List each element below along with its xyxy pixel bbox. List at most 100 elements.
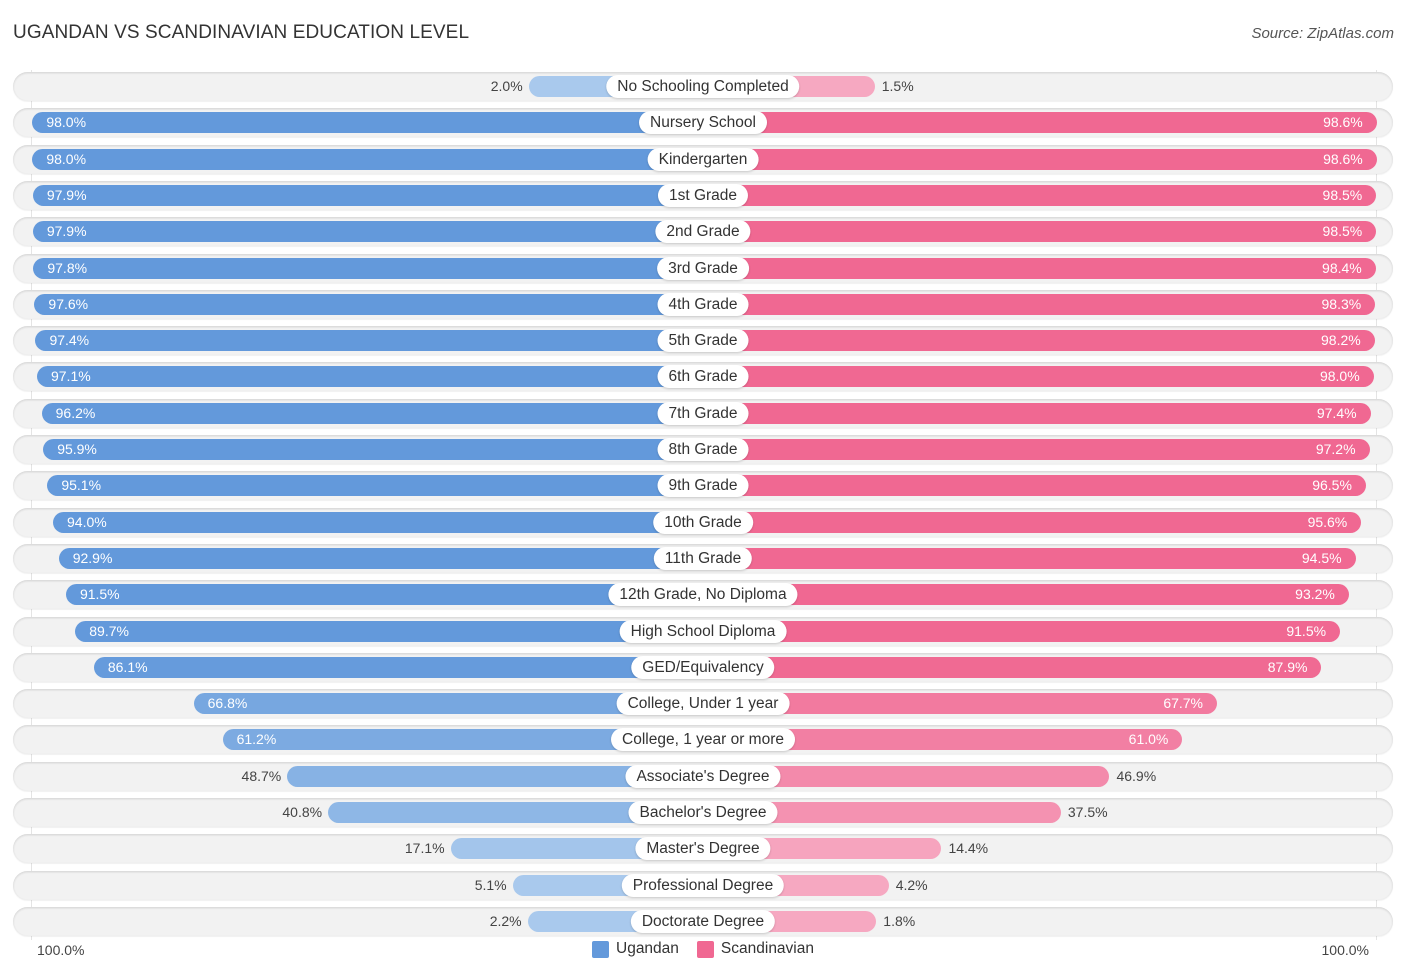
bar-ugandan[interactable] [53, 511, 703, 533]
bar-ugandan[interactable] [58, 547, 703, 569]
value-label-ugandan: 66.8% [207, 695, 248, 712]
value-label-ugandan: 40.8% [282, 804, 323, 820]
bar-scandinavian[interactable] [703, 475, 1366, 497]
bar-scandinavian[interactable] [703, 257, 1376, 279]
category-label: 5th Grade [657, 329, 749, 353]
value-label-scandinavian: 98.4% [1322, 259, 1362, 276]
category-label: Professional Degree [621, 873, 785, 897]
value-label-ugandan: 97.6% [48, 295, 89, 312]
bar-ugandan[interactable] [41, 402, 703, 424]
bar-ugandan[interactable] [32, 148, 703, 170]
legend-item-ugandan[interactable]: Ugandan [592, 940, 679, 958]
bar-scandinavian[interactable] [703, 656, 1322, 678]
bar-ugandan[interactable] [35, 330, 703, 352]
value-label-scandinavian: 95.6% [1307, 513, 1348, 530]
value-label-scandinavian: 96.5% [1312, 477, 1352, 494]
category-label: 6th Grade [657, 365, 749, 389]
bar-ugandan[interactable] [75, 620, 703, 642]
value-label-ugandan: 92.9% [72, 549, 113, 566]
value-label-scandinavian: 61.0% [1128, 731, 1169, 748]
bar-ugandan[interactable] [93, 656, 703, 678]
category-label: 2nd Grade [655, 220, 751, 244]
value-label-ugandan: 97.9% [46, 223, 87, 240]
bar-ugandan[interactable] [32, 184, 703, 206]
chart-row: 97.1% 98.0% 6th Grade [13, 362, 1393, 392]
value-label-ugandan: 89.7% [89, 622, 129, 639]
bar-ugandan[interactable] [47, 475, 703, 497]
value-label-scandinavian: 4.2% [895, 876, 928, 893]
chart-row: 48.7% 46.9% Associate's Degree [13, 761, 1393, 791]
bar-ugandan[interactable] [33, 257, 703, 279]
chart-row: 17.1% 14.4% Master's Degree [13, 834, 1393, 864]
chart-row: 94.0% 95.6% 10th Grade [13, 507, 1393, 537]
bar-scandinavian[interactable] [703, 366, 1374, 388]
chart-row: 97.9% 98.5% 1st Grade [13, 180, 1393, 210]
value-label-ugandan: 96.2% [55, 404, 96, 421]
bar-scandinavian[interactable] [703, 620, 1341, 642]
bar-scandinavian[interactable] [703, 221, 1377, 243]
value-label-scandinavian: 93.2% [1295, 586, 1335, 603]
chart-row: 96.2% 97.4% 7th Grade [13, 398, 1393, 428]
value-label-ugandan: 97.4% [49, 332, 90, 349]
category-label: Nursery School [639, 111, 767, 135]
bar-ugandan[interactable] [32, 112, 703, 134]
bar-ugandan[interactable] [43, 439, 703, 460]
bar-scandinavian[interactable] [703, 293, 1376, 315]
value-label-scandinavian: 98.2% [1321, 332, 1361, 349]
value-label-ugandan: 86.1% [107, 658, 148, 675]
chart-row: 95.1% 96.5% 9th Grade [13, 471, 1393, 501]
chart-rows: 2.0% 1.5% No Schooling Completed 98.0% 98.6%… [0, 0, 1406, 975]
chart-row: 89.7% 91.5% High School Diploma [13, 616, 1393, 646]
category-label: 4th Grade [657, 292, 749, 316]
bar-scandinavian[interactable] [703, 330, 1375, 352]
value-label-scandinavian: 98.5% [1322, 223, 1363, 240]
category-label: 10th Grade [653, 510, 753, 534]
bar-ugandan[interactable] [32, 221, 703, 243]
value-label-ugandan: 2.2% [489, 912, 522, 929]
value-label-scandinavian: 91.5% [1286, 622, 1327, 639]
legend-label-ugandan: Ugandan [616, 940, 679, 957]
value-label-scandinavian: 97.4% [1316, 404, 1357, 421]
category-label: Kindergarten [647, 147, 759, 171]
category-label: College, Under 1 year [616, 692, 790, 716]
bar-scandinavian[interactable] [703, 511, 1362, 533]
category-label: High School Diploma [619, 619, 787, 643]
value-label-ugandan: 61.2% [236, 731, 277, 748]
bar-scandinavian[interactable] [703, 402, 1371, 424]
bar-scandinavian[interactable] [703, 547, 1356, 569]
legend-item-scandinavian[interactable]: Scandinavian [696, 940, 814, 958]
value-label-scandinavian: 37.5% [1067, 804, 1108, 820]
value-label-ugandan: 98.0% [46, 150, 87, 167]
category-label: GED/Equivalency [631, 655, 775, 679]
chart-row: 98.0% 98.6% Nursery School [13, 108, 1393, 138]
bar-scandinavian[interactable] [703, 184, 1377, 206]
category-label: Master's Degree [635, 837, 771, 861]
bar-scandinavian[interactable] [703, 148, 1377, 170]
chart-row: 97.6% 98.3% 4th Grade [13, 289, 1393, 319]
chart-row: 40.8% 37.5% Bachelor's Degree [13, 798, 1393, 827]
value-label-scandinavian: 98.0% [1319, 368, 1360, 385]
chart-row: 61.2% 61.0% College, 1 year or more [13, 725, 1393, 755]
value-label-ugandan: 91.5% [79, 586, 120, 603]
chart-row: 2.0% 1.5% No Schooling Completed [13, 72, 1393, 101]
chart-row: 86.1% 87.9% GED/Equivalency [13, 652, 1393, 682]
bar-ugandan[interactable] [34, 293, 703, 315]
value-label-ugandan: 2.0% [490, 78, 523, 94]
bar-scandinavian[interactable] [703, 439, 1370, 460]
legend-label-scandinavian: Scandinavian [720, 940, 814, 957]
value-label-scandinavian: 98.6% [1323, 114, 1363, 131]
category-label: Bachelor's Degree [628, 801, 778, 824]
chart-row: 66.8% 67.7% College, Under 1 year [13, 689, 1393, 719]
category-label: 11th Grade [653, 546, 753, 570]
value-label-ugandan: 48.7% [241, 767, 282, 784]
value-label-ugandan: 95.9% [57, 441, 97, 457]
category-label: Doctorate Degree [630, 909, 776, 933]
category-label: 7th Grade [657, 401, 749, 425]
bar-scandinavian[interactable] [703, 584, 1349, 606]
legend: Ugandan Scandinavian [0, 940, 1406, 958]
bar-ugandan[interactable] [36, 366, 703, 388]
bar-scandinavian[interactable] [703, 112, 1377, 134]
bar-ugandan[interactable] [65, 584, 703, 606]
category-label: Associate's Degree [625, 764, 781, 788]
category-label: 12th Grade, No Diploma [608, 583, 798, 607]
